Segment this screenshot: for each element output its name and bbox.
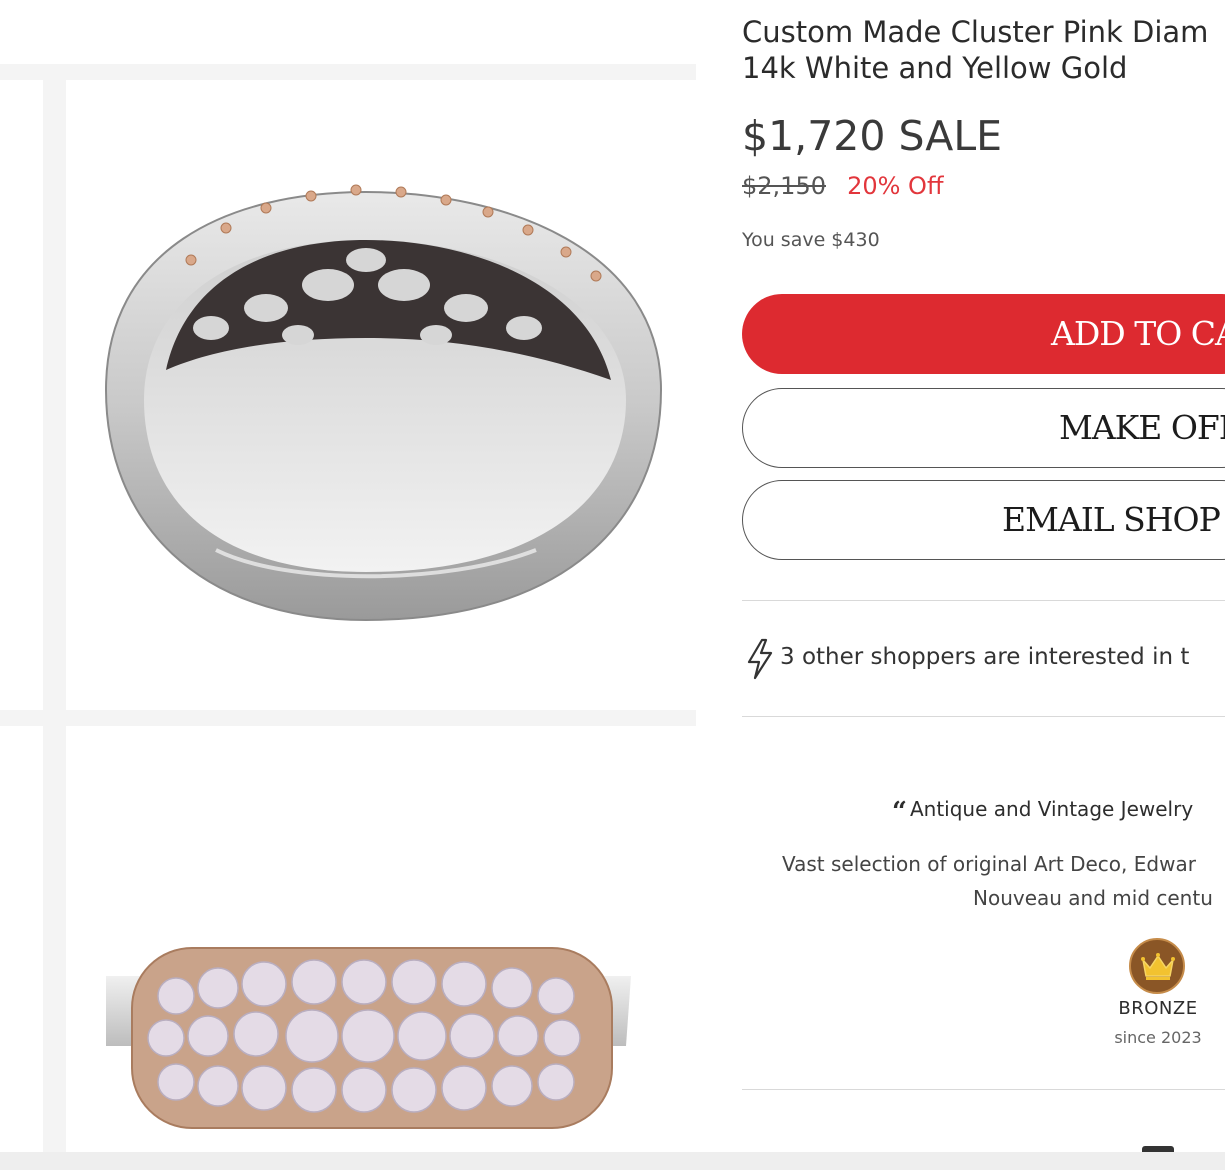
price-details: $2,150 20% Off <box>742 172 943 206</box>
crown-icon <box>1141 953 1175 980</box>
ring-top-view-image[interactable] <box>66 726 696 1152</box>
interest-text: 3 other shoppers are interested in t <box>780 644 1190 670</box>
divider <box>742 1089 1225 1090</box>
bottom-scroll-bar <box>0 1152 1225 1170</box>
badge-since: since 2023 <box>1114 1028 1202 1047</box>
image-gallery <box>0 0 696 1152</box>
ring-back-view-image[interactable] <box>66 80 696 710</box>
tagline-text: Antique and Vintage Jewelry <box>909 797 1194 821</box>
product-title-line2: 14k White and Yellow Gold <box>742 51 1128 85</box>
product-panel: Custom Made Cluster Pink Diam 14k White … <box>742 0 1225 1152</box>
product-title: Custom Made Cluster Pink Diam 14k White … <box>742 14 1225 86</box>
make-offer-button[interactable]: MAKE OFF <box>742 388 1225 468</box>
thumbnail-previous[interactable] <box>0 80 43 710</box>
quote-mark-icon: “ <box>892 797 907 827</box>
add-to-cart-label: ADD TO CA <box>1051 314 1225 353</box>
product-title-line1: Custom Made Cluster Pink Diam <box>742 15 1209 49</box>
lightning-icon <box>746 638 774 684</box>
savings-text: You save $430 <box>742 229 880 251</box>
divider <box>742 600 1225 601</box>
shop-description-line1: Vast selection of original Art Deco, Edw… <box>782 852 1196 876</box>
add-to-cart-button[interactable]: ADD TO CA <box>742 294 1225 374</box>
shop-tagline: “Antique and Vintage Jewelry <box>892 797 1193 827</box>
original-price: $2,150 <box>742 172 826 200</box>
gallery-top-strip <box>0 0 696 64</box>
badge-level: BRONZE <box>1118 998 1198 1019</box>
shop-description-line2: Nouveau and mid centu <box>973 886 1213 910</box>
make-offer-label: MAKE OFF <box>1059 408 1225 447</box>
divider <box>742 716 1225 717</box>
email-shop-label: EMAIL SHOP OV <box>1002 500 1225 539</box>
thumbnail-previous-2[interactable] <box>0 726 43 1152</box>
discount-badge: 20% Off <box>847 172 944 200</box>
bronze-badge <box>1129 938 1185 994</box>
sale-price: $1,720 SALE <box>742 112 1003 160</box>
email-shop-button[interactable]: EMAIL SHOP OV <box>742 480 1225 560</box>
